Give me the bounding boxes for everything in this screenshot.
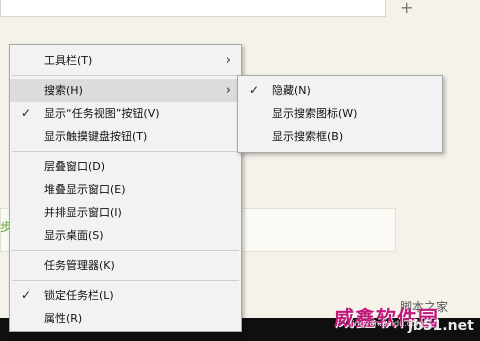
submenu-item-label: 显示搜索框(B) <box>272 130 344 143</box>
checkmark-icon: ✓ <box>249 83 260 97</box>
menu-item-label: 属性(R) <box>44 312 83 325</box>
menu-item-label: 工具栏(T) <box>44 54 93 67</box>
menu-item-label: 显示“任务视图”按钮(V) <box>44 107 160 120</box>
search-submenu: ✓ 隐藏(N) 显示搜索图标(W) 显示搜索框(B) <box>237 75 443 153</box>
plus-icon: + <box>400 0 414 17</box>
chevron-right-icon: › <box>225 53 231 68</box>
submenu-item-show-search-icon[interactable]: 显示搜索图标(W) <box>238 102 442 125</box>
menu-item-task-manager[interactable]: 任务管理器(K) <box>10 254 241 277</box>
checkmark-icon: ✓ <box>21 106 32 120</box>
taskbar-context-menu: 工具栏(T) › 搜索(H) › ✓ 显示“任务视图”按钮(V) 显示触摸键盘按… <box>9 44 242 332</box>
menu-item-cascade-windows[interactable]: 层叠窗口(D) <box>10 155 241 178</box>
menu-item-toolbars[interactable]: 工具栏(T) › <box>10 49 241 72</box>
menu-item-side-by-side-windows[interactable]: 并排显示窗口(I) <box>10 201 241 224</box>
menu-item-properties[interactable]: 属性(R) <box>10 307 241 330</box>
watermark-url: jb51.net <box>408 318 474 334</box>
submenu-item-label: 显示搜索图标(W) <box>272 107 358 120</box>
menu-item-label: 显示触摸键盘按钮(T) <box>44 130 148 143</box>
chevron-right-icon: › <box>225 83 231 98</box>
menu-item-search[interactable]: 搜索(H) › <box>10 79 241 102</box>
menu-item-lock-taskbar[interactable]: ✓ 锁定任务栏(L) <box>10 284 241 307</box>
checkmark-icon: ✓ <box>21 288 32 302</box>
submenu-item-show-search-box[interactable]: 显示搜索框(B) <box>238 125 442 148</box>
menu-item-label: 任务管理器(K) <box>44 259 115 272</box>
menu-item-label: 搜索(H) <box>44 84 83 97</box>
page-card-top <box>0 0 386 17</box>
menu-separator <box>12 151 239 152</box>
menu-item-show-desktop[interactable]: 显示桌面(S) <box>10 224 241 247</box>
menu-separator <box>12 75 239 76</box>
menu-item-show-touch-keyboard-button[interactable]: 显示触摸键盘按钮(T) <box>10 125 241 148</box>
menu-item-label: 并排显示窗口(I) <box>44 206 122 219</box>
menu-item-label: 堆叠显示窗口(E) <box>44 183 126 196</box>
menu-item-label: 显示桌面(S) <box>44 229 104 242</box>
submenu-item-hidden[interactable]: ✓ 隐藏(N) <box>238 79 442 102</box>
menu-separator <box>12 250 239 251</box>
menu-separator <box>12 280 239 281</box>
menu-item-show-task-view-button[interactable]: ✓ 显示“任务视图”按钮(V) <box>10 102 241 125</box>
menu-item-label: 层叠窗口(D) <box>44 160 106 173</box>
submenu-item-label: 隐藏(N) <box>272 84 311 97</box>
menu-item-label: 锁定任务栏(L) <box>44 289 114 302</box>
menu-item-stack-windows[interactable]: 堆叠显示窗口(E) <box>10 178 241 201</box>
